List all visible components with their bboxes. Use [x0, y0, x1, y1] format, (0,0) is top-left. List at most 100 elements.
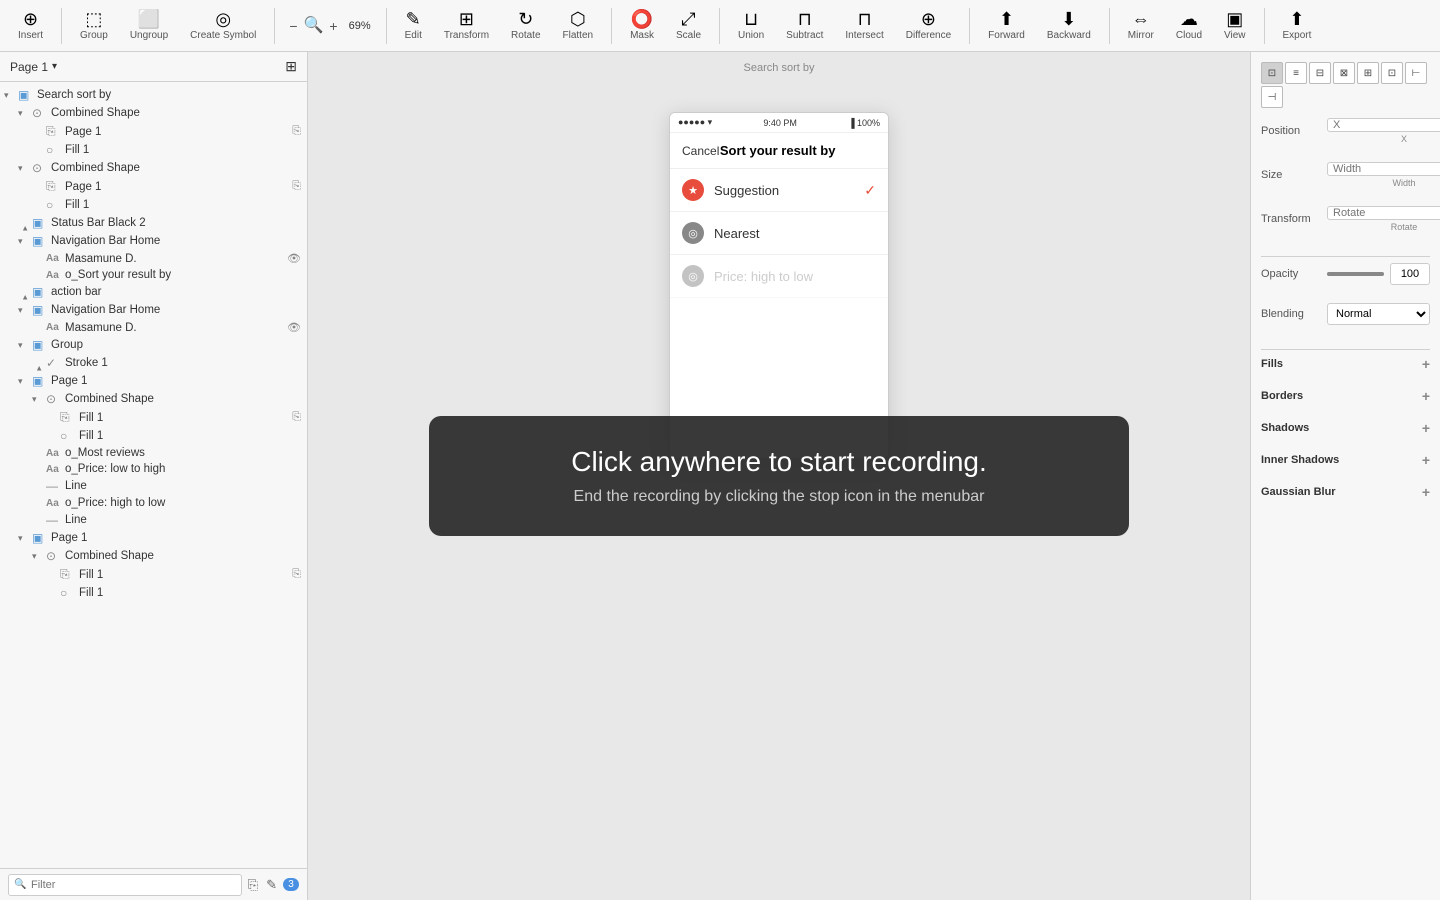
cloud-button[interactable]: ☁ Cloud — [1168, 6, 1210, 45]
tree-item-fill1-c[interactable]: ▸ ⎘ Fill 1 ⎘ — [0, 408, 307, 427]
tree-item-page1-nested2[interactable]: ▾ ▣ Page 1 — [0, 529, 307, 547]
align-middle-button[interactable]: ⊞ — [1357, 62, 1379, 84]
difference-button[interactable]: ⊕ Difference — [898, 6, 959, 45]
tree-item-masamune-2[interactable]: ▸ Aa Masamune D. 👁 — [0, 319, 307, 336]
group-button[interactable]: ⬚ Group — [72, 6, 116, 45]
mask-label: Mask — [630, 30, 654, 41]
flatten-button[interactable]: ⬡ Flatten — [555, 6, 602, 45]
filter-copy-icon[interactable]: ⎘ — [246, 875, 260, 895]
tree-item-search-sort-by[interactable]: ▾ ▣ Search sort by — [0, 86, 307, 104]
tree-item-group[interactable]: ▾ ▣ Group — [0, 336, 307, 354]
arrow-icon: ▾ — [32, 551, 46, 562]
create-symbol-button[interactable]: ◎ Create Symbol — [182, 6, 264, 45]
scale-icon: ⤢ — [681, 10, 695, 28]
tree-item-combined-shape-2[interactable]: ▾ ⊙ Combined Shape — [0, 159, 307, 177]
tree-item-page1-a[interactable]: ▸ ⎘ Page 1 ⎘ — [0, 122, 307, 141]
page-add-icon[interactable]: ⊞ — [285, 58, 297, 75]
insert-button[interactable]: ⊕ Insert — [10, 6, 51, 45]
filter-edit-icon[interactable]: ✎ — [264, 875, 279, 895]
mask-button[interactable]: ⭕ Mask — [622, 6, 662, 45]
tree-item-stroke1[interactable]: ▸ ✓ Stroke 1 — [0, 354, 307, 372]
eye-icon[interactable]: 👁 — [287, 252, 301, 265]
union-button[interactable]: ⊔ Union — [730, 6, 772, 45]
sort-item-nearest[interactable]: ◎ Nearest — [670, 212, 888, 255]
filter-input[interactable] — [8, 874, 242, 896]
distribute-h-button[interactable]: ⊢ — [1405, 62, 1427, 84]
width-input[interactable] — [1327, 162, 1440, 176]
tree-actions: ⎘ — [292, 125, 307, 138]
tree-item-status-bar[interactable]: ▸ ▣ Status Bar Black 2 — [0, 214, 307, 232]
tree-item-most-reviews[interactable]: ▸ Aa o_Most reviews — [0, 445, 307, 461]
tree-item-page1-nested[interactable]: ▾ ▣ Page 1 — [0, 372, 307, 390]
tree-item-masamune-1[interactable]: ▸ Aa Masamune D. 👁 — [0, 250, 307, 267]
backward-button[interactable]: ⬇ Backward — [1039, 6, 1099, 45]
tree-item-nav-bar-home-2[interactable]: ▾ ▣ Navigation Bar Home — [0, 301, 307, 319]
opacity-input[interactable] — [1390, 263, 1430, 285]
view-button[interactable]: ▣ View — [1216, 6, 1254, 45]
transform-button[interactable]: ⊞ Transform — [436, 6, 497, 45]
scale-button[interactable]: ⤢ Scale — [668, 6, 709, 45]
tree-item-combined-shape-3[interactable]: ▾ ⊙ Combined Shape — [0, 390, 307, 408]
tree-item-line-2[interactable]: ▸ — Line — [0, 511, 307, 529]
copy-icon[interactable]: ⎘ — [292, 125, 301, 138]
tree-item-action-bar[interactable]: ▸ ▣ action bar — [0, 283, 307, 301]
tree-actions: ⎘ — [292, 411, 307, 424]
align-top-button[interactable]: ⊠ — [1333, 62, 1355, 84]
distribute-v-button[interactable]: ⊣ — [1261, 86, 1283, 108]
copy-icon[interactable]: ⎘ — [292, 180, 301, 193]
borders-add-button[interactable]: + — [1422, 388, 1430, 404]
copy-icon[interactable]: ⎘ — [292, 411, 301, 424]
align-bottom-button[interactable]: ⊡ — [1381, 62, 1403, 84]
tree-label: Group — [51, 339, 307, 351]
blending-select[interactable]: Normal — [1327, 303, 1430, 325]
tree-item-fill1-a[interactable]: ▸ ○ Fill 1 — [0, 141, 307, 159]
divider-6 — [969, 8, 970, 44]
tree-item-nav-bar-home-1[interactable]: ▾ ▣ Navigation Bar Home — [0, 232, 307, 250]
tree-item-fill1-b[interactable]: ▸ ○ Fill 1 — [0, 196, 307, 214]
gaussian-blur-add-button[interactable]: + — [1422, 484, 1430, 500]
tree-label: action bar — [51, 286, 307, 298]
tree-item-page1-b[interactable]: ▸ ⎘ Page 1 ⎘ — [0, 177, 307, 196]
zoom-in-button[interactable]: + — [325, 16, 341, 36]
tree-item-fill1-f[interactable]: ▸ ○ Fill 1 — [0, 584, 307, 602]
shadows-add-button[interactable]: + — [1422, 420, 1430, 436]
rotate-input[interactable] — [1327, 206, 1440, 220]
text-icon: Aa — [46, 253, 62, 264]
sort-item-price-high-low[interactable]: ◎ Price: high to low — [670, 255, 888, 298]
ungroup-button[interactable]: ⬜ Ungroup — [122, 6, 176, 45]
tree-item-sort-result[interactable]: ▸ Aa o_Sort your result by — [0, 267, 307, 283]
left-panel: Page 1 ▾ ⊞ ▾ ▣ Search sort by ▾ ⊙ Combin… — [0, 52, 308, 900]
tree-item-price-low-high[interactable]: ▸ Aa o_Price: low to high — [0, 461, 307, 477]
sort-item-suggestion[interactable]: ★ Suggestion ✓ — [670, 169, 888, 212]
intersect-button[interactable]: ⊓ Intersect — [837, 6, 891, 45]
mirror-button[interactable]: ⇔ Mirror — [1120, 6, 1162, 45]
align-left-top-button[interactable]: ⊡ — [1261, 62, 1283, 84]
phone-status-bar: ●●●●● ▾ 9:40 PM ▐ 100% — [670, 113, 888, 133]
cancel-button[interactable]: Cancel — [682, 144, 719, 158]
zoom-control: − 🔍 + 69% — [285, 16, 375, 36]
tree-item-combined-shape-4[interactable]: ▾ ⊙ Combined Shape — [0, 547, 307, 565]
fills-add-button[interactable]: + — [1422, 356, 1430, 372]
tree-item-fill1-e[interactable]: ▸ ⎘ Fill 1 ⎘ — [0, 565, 307, 584]
tree-item-fill1-d[interactable]: ▸ ○ Fill 1 — [0, 427, 307, 445]
align-center-button[interactable]: ≡ — [1285, 62, 1307, 84]
tree-item-combined-shape-1[interactable]: ▾ ⊙ Combined Shape — [0, 104, 307, 122]
tree-item-price-high-low[interactable]: ▸ Aa o_Price: high to low — [0, 495, 307, 511]
zoom-out-button[interactable]: − — [285, 16, 301, 36]
opacity-slider[interactable] — [1327, 272, 1384, 276]
copy-icon[interactable]: ⎘ — [292, 568, 301, 581]
export-button[interactable]: ⬆ Export — [1275, 6, 1320, 45]
rotate-button[interactable]: ↻ Rotate — [503, 6, 548, 45]
forward-button[interactable]: ⬆ Forward — [980, 6, 1033, 45]
eye-icon[interactable]: 👁 — [287, 321, 301, 334]
position-x-input[interactable] — [1327, 118, 1440, 132]
backward-icon: ⬇ — [1061, 10, 1076, 28]
page-selector[interactable]: Page 1 ▾ ⊞ — [0, 52, 307, 82]
align-right-button[interactable]: ⊟ — [1309, 62, 1331, 84]
inner-shadows-add-button[interactable]: + — [1422, 452, 1430, 468]
canvas[interactable]: Search sort by ●●●●● ▾ 9:40 PM ▐ 100% Ca… — [308, 52, 1250, 900]
edit-button[interactable]: ✎ Edit — [397, 6, 430, 45]
tree-item-line-1[interactable]: ▸ — Line — [0, 477, 307, 495]
subtract-button[interactable]: ⊓ Subtract — [778, 6, 831, 45]
tree-label: o_Price: high to low — [65, 497, 307, 509]
